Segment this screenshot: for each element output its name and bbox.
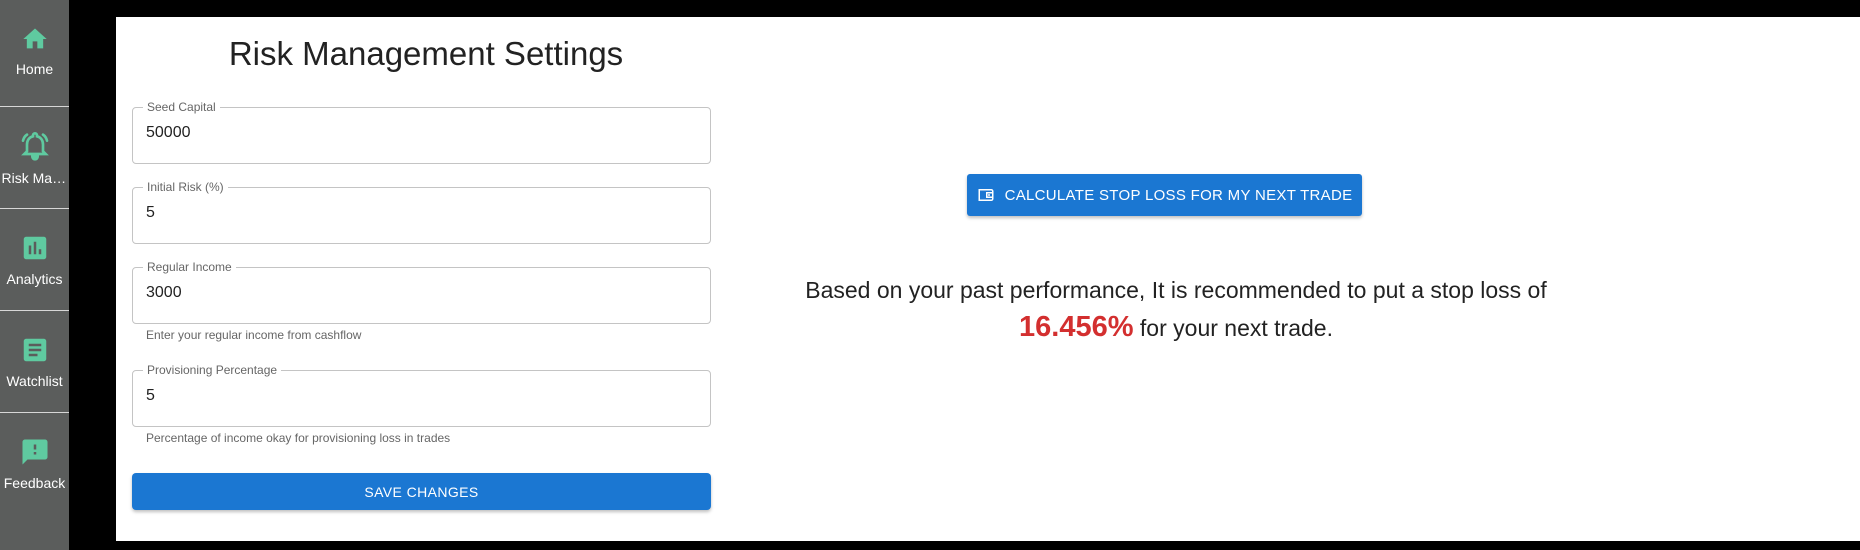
- article-icon: [20, 335, 50, 365]
- sidebar-item-label: Watchlist: [6, 373, 63, 389]
- sidebar-item-risk-management[interactable]: Risk Management: [0, 107, 69, 209]
- home-icon: [20, 25, 50, 53]
- main-panel: Risk Management Settings Seed Capital In…: [116, 17, 1860, 541]
- wallet-icon: [977, 186, 995, 204]
- sidebar-item-label: Feedback: [3, 475, 66, 491]
- sidebar-item-label: Analytics: [6, 271, 63, 287]
- initial-risk-input[interactable]: [146, 204, 686, 222]
- feedback-icon: [20, 437, 50, 467]
- calculate-stop-loss-button[interactable]: CALCULATE STOP LOSS FOR MY NEXT TRADE: [967, 174, 1362, 216]
- provisioning-input[interactable]: [146, 387, 686, 405]
- recommendation-suffix: for your next trade.: [1133, 315, 1333, 341]
- regular-income-input[interactable]: [146, 284, 686, 302]
- seed-capital-field[interactable]: Seed Capital: [132, 100, 711, 164]
- sidebar-item-home[interactable]: Home: [0, 0, 69, 102]
- seed-capital-label: Seed Capital: [143, 100, 220, 114]
- regular-income-helper: Enter your regular income from cashflow: [146, 328, 362, 342]
- provisioning-field[interactable]: Provisioning Percentage: [132, 363, 711, 427]
- calculate-stop-loss-label: CALCULATE STOP LOSS FOR MY NEXT TRADE: [1004, 186, 1353, 204]
- sidebar-item-label: Home: [15, 61, 54, 77]
- page-title: Risk Management Settings: [228, 35, 624, 72]
- bar-chart-icon: [20, 233, 50, 263]
- save-changes-button[interactable]: SAVE CHANGES: [132, 473, 711, 510]
- sidebar-item-label: Risk Management: [1, 170, 68, 186]
- recommendation-line-two: 16.456% for your next trade.: [736, 309, 1616, 347]
- initial-risk-label: Initial Risk (%): [143, 180, 228, 194]
- sidebar: Home Risk Management Analytics Watchlist…: [0, 0, 69, 550]
- stop-loss-percentage: 16.456%: [1019, 311, 1134, 343]
- provisioning-helper: Percentage of income okay for provisioni…: [146, 431, 451, 445]
- sidebar-item-watchlist[interactable]: Watchlist: [0, 311, 69, 413]
- sidebar-item-analytics[interactable]: Analytics: [0, 209, 69, 311]
- recommendation-prefix: Based on your past performance, It is re…: [805, 277, 1547, 303]
- regular-income-field[interactable]: Regular Income: [132, 260, 711, 324]
- recommendation-text: Based on your past performance, It is re…: [736, 272, 1616, 347]
- sidebar-item-feedback[interactable]: Feedback: [0, 413, 69, 515]
- regular-income-label: Regular Income: [143, 260, 236, 274]
- seed-capital-input[interactable]: [146, 124, 686, 142]
- initial-risk-field[interactable]: Initial Risk (%): [132, 180, 711, 244]
- provisioning-label: Provisioning Percentage: [143, 363, 282, 377]
- alarm-bell-icon: [19, 130, 51, 162]
